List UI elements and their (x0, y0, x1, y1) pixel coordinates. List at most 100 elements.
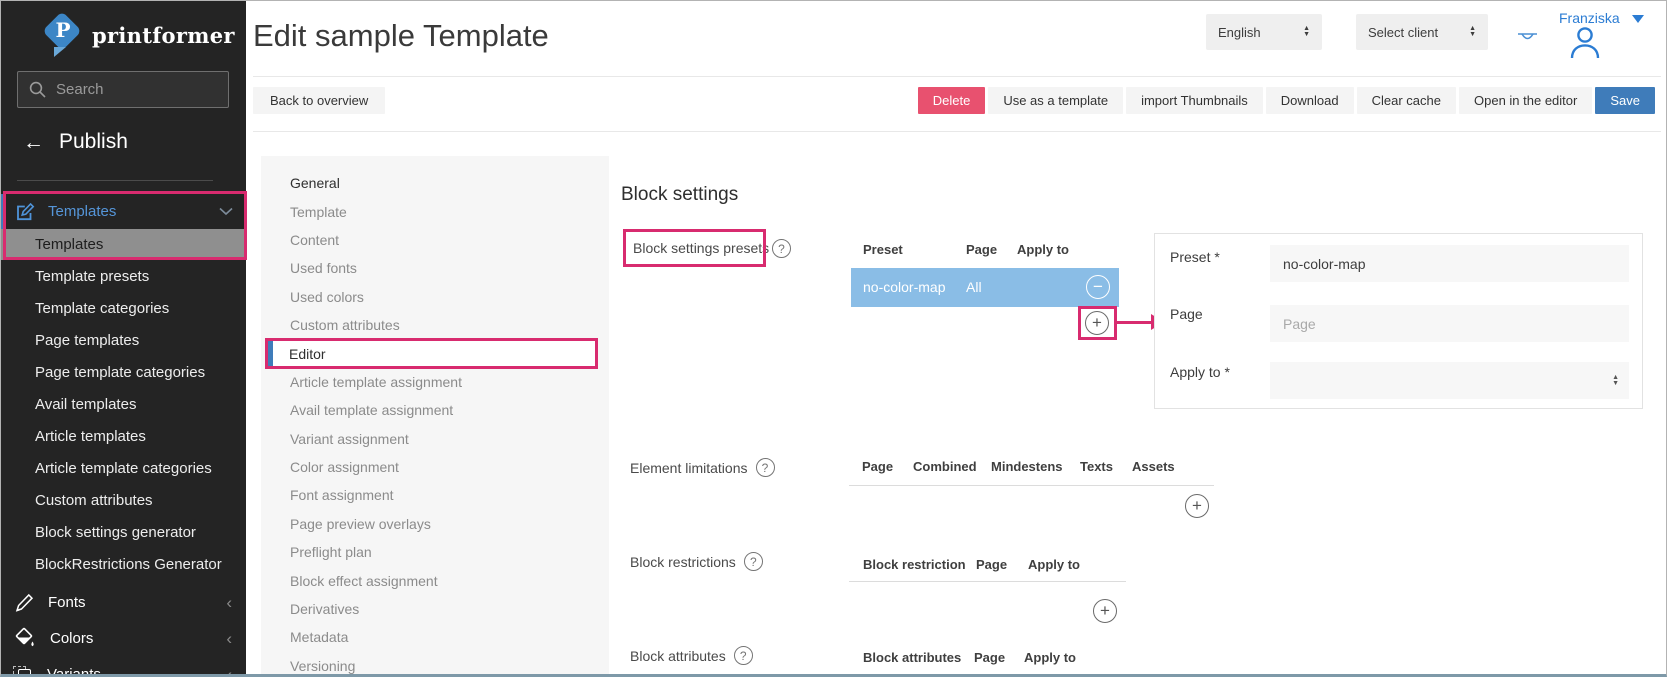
publish-label: Publish (59, 130, 128, 153)
el-col-texts: Texts (1080, 459, 1113, 474)
sidebar-item-page-templates[interactable]: Page templates (1, 324, 246, 356)
pencil-square-icon (15, 202, 35, 222)
chevron-left-icon: ‹ (226, 629, 232, 648)
block-attributes-label-row: Block attributes (630, 646, 753, 665)
help-icon[interactable] (772, 239, 791, 258)
sidebar-item-block-settings-generator[interactable]: Block settings generator (1, 516, 246, 548)
help-icon[interactable] (733, 646, 753, 665)
sidebar-group-variants[interactable]: Variants ‹ (1, 659, 246, 674)
sidebar-group-colors[interactable]: Colors ‹ (1, 623, 246, 654)
tab-custom-attributes[interactable]: Custom attributes (261, 311, 609, 339)
preset-row-name: no-color-map (863, 279, 946, 295)
apply-to-select[interactable] (1270, 362, 1629, 399)
preset-field-label: Preset * (1170, 249, 1220, 265)
paint-bucket-icon (13, 627, 37, 650)
page-field-input[interactable] (1270, 305, 1629, 342)
settings-tabs-panel: General Template Content Used fonts Used… (261, 156, 609, 674)
tab-avail-template-assignment[interactable]: Avail template assignment (261, 396, 609, 424)
sidebar-item-avail-templates[interactable]: Avail templates (1, 388, 246, 420)
search-placeholder: Search (56, 81, 104, 98)
sidebar-item-blockrestrictions-generator[interactable]: BlockRestrictions Generator (1, 548, 246, 580)
tab-versioning[interactable]: Versioning (261, 652, 609, 674)
sidebar-back-publish[interactable]: ← Publish (23, 130, 128, 154)
br-col-apply-to: Apply to (1028, 557, 1080, 572)
sidebar-item-article-templates[interactable]: Article templates (1, 420, 246, 452)
tab-editor-active[interactable]: Editor (268, 339, 595, 368)
tab-metadata[interactable]: Metadata (261, 623, 609, 651)
sidebar-item-template-categories[interactable]: Template categories (1, 292, 246, 324)
remove-preset-button[interactable] (1086, 275, 1110, 299)
page-field-label: Page (1170, 306, 1203, 322)
block-restrictions-label-row: Block restrictions (630, 552, 763, 571)
search-icon (29, 81, 46, 98)
block-settings-presets-label: Block settings presets (633, 240, 770, 256)
preset-row-page: All (966, 279, 982, 295)
updown-arrows-icon (1303, 26, 1310, 38)
tab-block-effect-assignment[interactable]: Block effect assignment (261, 566, 609, 594)
add-element-limitation-button[interactable] (1185, 494, 1209, 518)
use-as-template-button[interactable]: Use as a template (988, 87, 1124, 114)
chevron-left-icon: ‹ (226, 593, 232, 612)
collapse-caret-icon[interactable] (1517, 32, 1538, 45)
ba-col-page: Page (974, 650, 1006, 665)
updown-arrows-icon (1469, 26, 1476, 38)
back-to-overview-button[interactable]: Back to overview (253, 87, 386, 114)
open-in-editor-button[interactable]: Open in the editor (1459, 87, 1593, 114)
download-button[interactable]: Download (1265, 87, 1354, 114)
tab-general[interactable]: General (261, 169, 609, 197)
el-col-page: Page (862, 459, 894, 474)
sidebar-group-fonts[interactable]: Fonts ‹ (1, 587, 246, 618)
client-select[interactable]: Select client (1356, 14, 1488, 50)
language-select[interactable]: English (1206, 14, 1322, 50)
sidebar-item-templates-selected[interactable]: Templates (1, 229, 246, 260)
add-block-restriction-button[interactable] (1093, 599, 1117, 623)
tab-content[interactable]: Content (261, 226, 609, 254)
preset-field-input[interactable] (1270, 245, 1629, 282)
tab-article-template-assignment[interactable]: Article template assignment (261, 368, 609, 396)
sidebar-item-article-template-categories[interactable]: Article template categories (1, 452, 246, 484)
import-thumbnails-button[interactable]: import Thumbnails (1126, 87, 1263, 114)
br-col-restriction: Block restriction (863, 557, 966, 572)
delete-button[interactable]: Delete (917, 87, 986, 114)
sidebar-item-page-template-categories[interactable]: Page template categories (1, 356, 246, 388)
client-select-value: Select client (1368, 24, 1439, 40)
save-button[interactable]: Save (1595, 87, 1655, 114)
username-link[interactable]: Franziska (1559, 10, 1620, 26)
chevron-down-icon (219, 207, 233, 216)
block-restrictions-rule (849, 581, 1126, 582)
sidebar-group-templates[interactable]: Templates (1, 194, 246, 229)
sidebar-search-input[interactable]: Search (17, 71, 229, 108)
app-logo[interactable]: P printformer (42, 11, 235, 59)
sidebar-item-custom-attributes[interactable]: Custom attributes (1, 484, 246, 516)
toolbar: Delete Use as a template import Thumbnai… (917, 87, 1655, 114)
sidebar-item-template-presets[interactable]: Template presets (1, 260, 246, 292)
br-col-page: Page (976, 557, 1008, 572)
sidebar-template-items: Template presets Template categories Pag… (1, 260, 246, 580)
clear-cache-button[interactable]: Clear cache (1356, 87, 1456, 114)
el-col-mindestens: Mindestens (991, 459, 1063, 474)
ba-col-apply-to: Apply to (1024, 650, 1076, 665)
help-icon[interactable] (755, 458, 775, 477)
help-icon[interactable] (743, 552, 763, 571)
tab-template[interactable]: Template (261, 197, 609, 225)
tab-used-fonts[interactable]: Used fonts (261, 254, 609, 282)
tab-page-preview-overlays[interactable]: Page preview overlays (261, 510, 609, 538)
sidebar-group-colors-label: Colors (50, 630, 94, 647)
presets-col-page: Page (966, 242, 998, 257)
user-avatar-icon[interactable] (1568, 27, 1602, 58)
toolbar-divider (253, 131, 1661, 132)
tab-derivatives[interactable]: Derivatives (261, 595, 609, 623)
presets-col-apply-to: Apply to (1017, 242, 1069, 257)
add-preset-button[interactable] (1085, 311, 1109, 335)
apply-to-field-label: Apply to * (1170, 364, 1230, 380)
el-col-assets: Assets (1132, 459, 1175, 474)
tab-font-assignment[interactable]: Font assignment (261, 481, 609, 509)
element-limitations-label-row: Element limitations (630, 458, 775, 477)
tab-variant-assignment[interactable]: Variant assignment (261, 425, 609, 453)
tab-color-assignment[interactable]: Color assignment (261, 453, 609, 481)
user-dropdown-caret-icon[interactable] (1632, 15, 1644, 23)
tab-preflight-plan[interactable]: Preflight plan (261, 538, 609, 566)
preset-form-panel: Preset * Page Apply to * (1154, 233, 1643, 409)
preset-row-selected[interactable]: no-color-map All (851, 268, 1119, 307)
tab-used-colors[interactable]: Used colors (261, 283, 609, 311)
